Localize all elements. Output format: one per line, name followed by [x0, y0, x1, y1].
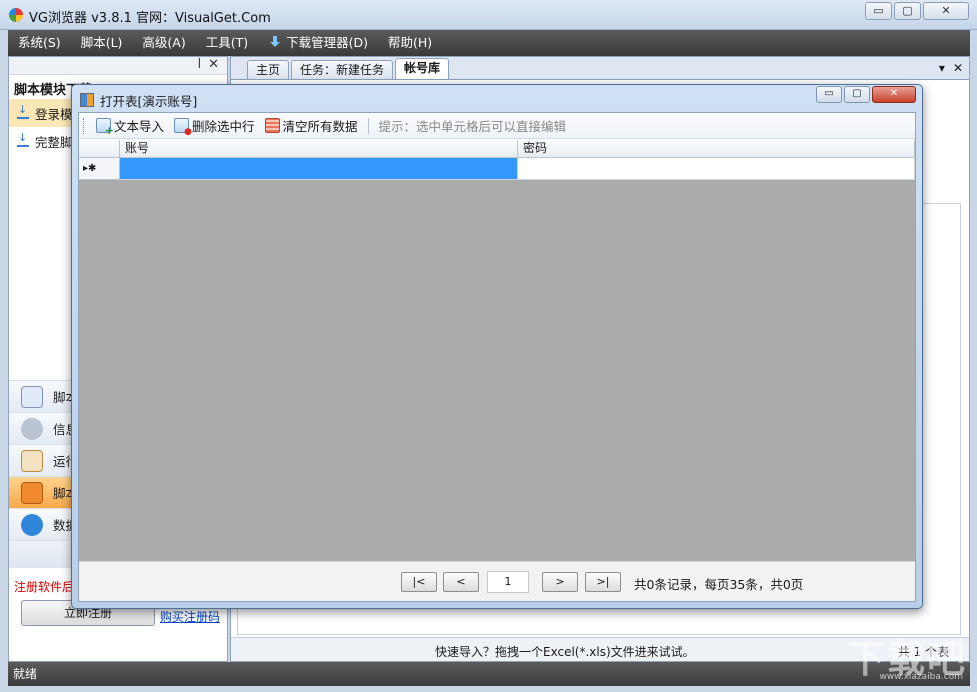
download-circle-icon: [21, 513, 43, 536]
dialog-controls: ▭ ▢ ✕: [816, 86, 916, 103]
delete-selected-button[interactable]: 删除选中行: [174, 116, 255, 137]
buy-code-link[interactable]: 购买注册码: [160, 608, 220, 625]
import-icon: [96, 118, 114, 137]
grid-corner: [79, 140, 120, 157]
last-page-button[interactable]: >|: [585, 572, 621, 592]
panel-close-icon[interactable]: ✕: [208, 57, 219, 72]
new-row-marker[interactable]: ▸✱: [79, 158, 120, 180]
grid-header: 账号 密码: [79, 140, 915, 158]
dialog-title: 打开表[演示账号]: [100, 94, 198, 109]
window-titlebar: VG浏览器 v3.8.1 官网：VisualGet.Com ▭ ▢ ✕: [0, 0, 977, 30]
menu-bar: 系统(S) 脚本(L) 高级(A) 工具(T) 下载管理器(D) 帮助(H): [8, 30, 970, 56]
clear-all-label: 清空所有数据: [282, 119, 358, 134]
edit-hint: 提示：选中单元格后可以直接编辑: [378, 119, 567, 134]
register-notice: 注册软件后: [14, 580, 75, 594]
menu-system-label: 系统(S): [18, 35, 61, 50]
menu-tools[interactable]: 工具(T): [196, 30, 258, 56]
first-page-button[interactable]: |<: [401, 572, 437, 592]
tab-account-library[interactable]: 帐号库: [395, 58, 450, 79]
task-list-icon: [21, 449, 43, 472]
clear-data-icon: [264, 118, 280, 133]
menu-tools-label: 工具(T): [205, 35, 249, 50]
maximize-button[interactable]: ▢: [894, 2, 921, 20]
delete-selected-label: 删除选中行: [192, 119, 255, 134]
menu-script-label: 脚本(L): [80, 35, 123, 50]
menu-help-label: 帮助(H): [388, 35, 433, 50]
app-logo-icon: [9, 8, 23, 22]
menu-advanced[interactable]: 高级(A): [132, 30, 195, 56]
script-edit-icon: [21, 385, 43, 408]
toolbar-separator: [367, 117, 369, 134]
table-row: ▸✱: [79, 158, 915, 180]
menu-help[interactable]: 帮助(H): [378, 30, 442, 56]
dialog-close-button[interactable]: ✕: [872, 86, 916, 103]
pager-info: 共0条记录，每页35条，共0页: [634, 577, 804, 592]
window-title: VG浏览器 v3.8.1 官网：VisualGet.Com: [29, 11, 271, 26]
close-button[interactable]: ✕: [923, 2, 969, 20]
toolbar-grip: [83, 117, 86, 134]
status-bar: 就绪: [8, 662, 970, 686]
store-icon: [21, 481, 43, 504]
status-text: 就绪: [13, 667, 38, 681]
clear-all-button[interactable]: 清空所有数据: [264, 116, 358, 135]
dialog-body: 文本导入 删除选中行 清空所有数据 提示：选中单元格后可以直接编辑 账号 密码 …: [78, 112, 916, 602]
list-item-label: 登录模: [35, 106, 73, 122]
menu-advanced-label: 高级(A): [142, 35, 186, 50]
password-cell[interactable]: [518, 158, 915, 180]
dialog-maximize-button[interactable]: ▢: [844, 86, 870, 103]
column-header-account[interactable]: 账号: [120, 140, 518, 157]
prev-page-button[interactable]: <: [443, 572, 479, 592]
tab-home[interactable]: 主页: [247, 60, 290, 79]
page-number-input[interactable]: 1: [487, 571, 529, 593]
window-controls: ▭ ▢ ✕: [865, 2, 969, 20]
tab-bar: 主页 任务：新建任务 帐号库 ▾ ✕: [231, 57, 969, 80]
account-cell[interactable]: [120, 158, 518, 180]
menu-script[interactable]: 脚本(L): [71, 30, 133, 56]
list-item-label: 完整脚: [35, 134, 73, 150]
pager: |< < 1 > >| 共0条记录，每页35条，共0页: [79, 561, 915, 601]
column-header-password[interactable]: 密码: [518, 140, 915, 157]
tab-close-icon[interactable]: ✕: [953, 61, 963, 75]
tab-new-task[interactable]: 任务：新建任务: [291, 60, 394, 79]
menu-download-manager-label: 下载管理器(D): [286, 35, 369, 50]
download-icon: [268, 36, 282, 50]
tab-dropdown-icon[interactable]: ▾: [939, 61, 945, 75]
open-table-dialog: 打开表[演示账号] ▭ ▢ ✕ 文本导入 删除选中行 清空所有数据 提示：选中单…: [71, 84, 923, 609]
download-icon: [17, 131, 29, 147]
pin-icon[interactable]: ꟾ: [198, 58, 201, 71]
menu-download-manager[interactable]: 下载管理器(D): [258, 30, 378, 56]
database-icon: [21, 417, 43, 440]
tab-tools: ▾ ✕: [939, 61, 963, 75]
download-icon: [17, 103, 29, 119]
table-icon: [80, 93, 94, 107]
dialog-minimize-button[interactable]: ▭: [816, 86, 842, 103]
dialog-toolbar: 文本导入 删除选中行 清空所有数据 提示：选中单元格后可以直接编辑: [79, 113, 915, 139]
watermark-url: www.xiazaiba.com: [879, 672, 963, 682]
minimize-button[interactable]: ▭: [865, 2, 892, 20]
panel-header: ꟾ ✕: [9, 57, 227, 75]
menu-system[interactable]: 系统(S): [8, 30, 71, 56]
quick-import-tip: 快速导入？拖拽一个Excel(*.xls)文件进来试试。: [435, 645, 695, 659]
next-page-button[interactable]: >: [542, 572, 578, 592]
text-import-label: 文本导入: [114, 119, 165, 134]
data-grid: 账号 密码 ▸✱: [79, 140, 915, 563]
text-import-button[interactable]: 文本导入: [96, 116, 165, 137]
delete-row-icon: [174, 118, 192, 137]
